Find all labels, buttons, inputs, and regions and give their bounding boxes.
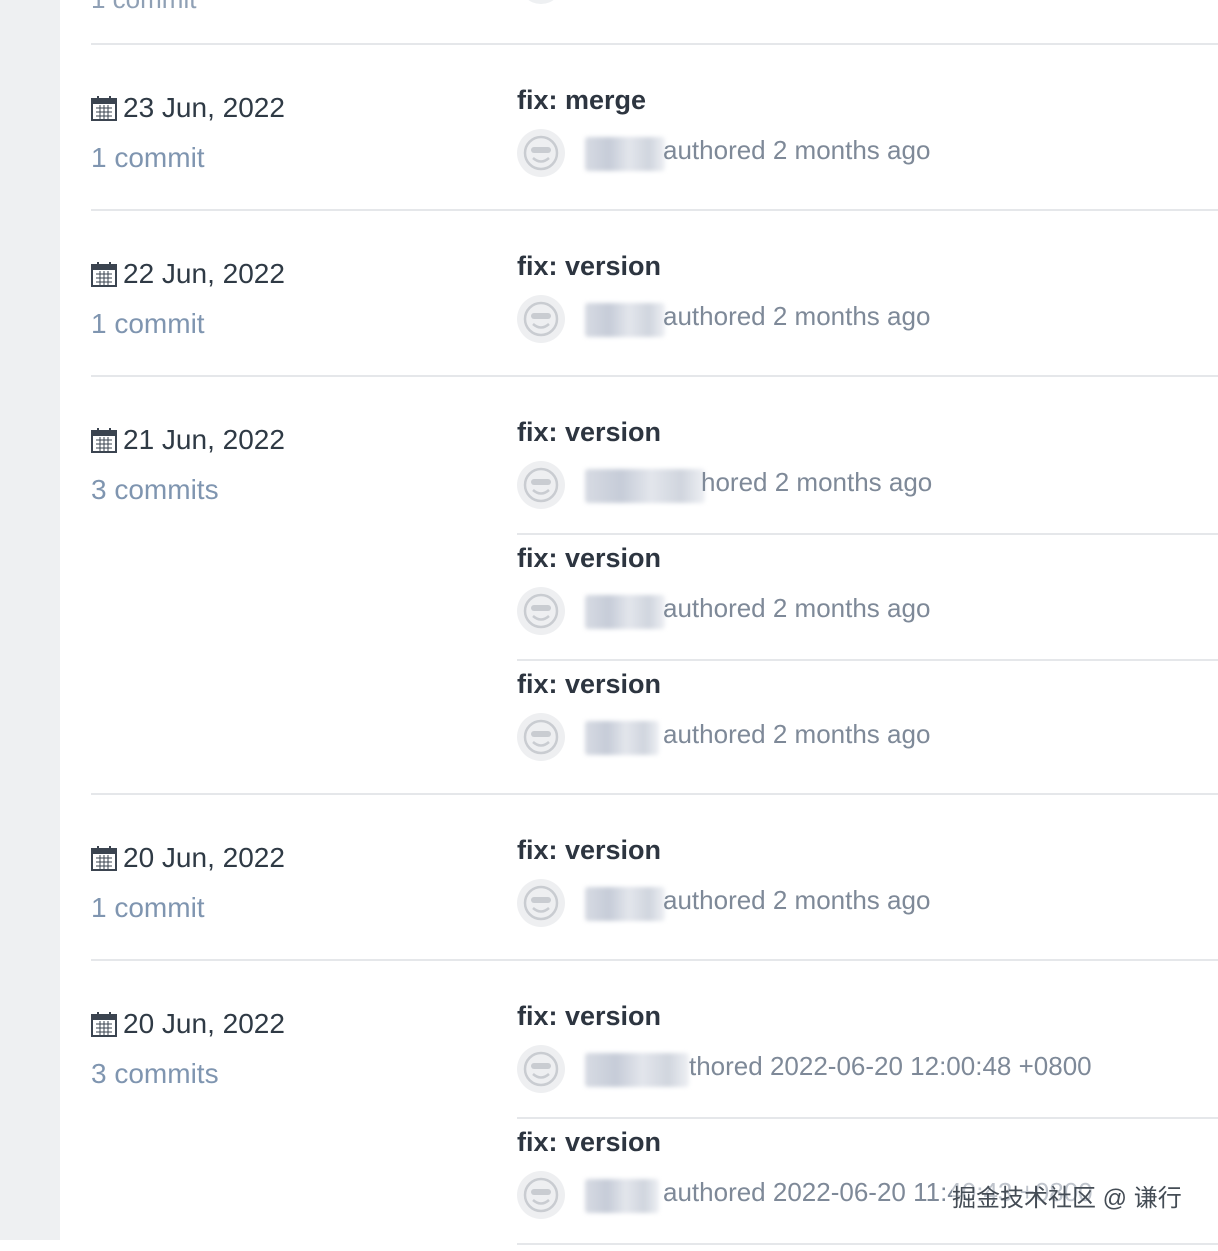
previous-day-fragment: 1 commit [91,0,1218,45]
commit-title[interactable]: fix: version [517,835,661,866]
commit-meta: authored 2 months ago [663,135,931,165]
commit-meta: authored 2 months ago [663,885,931,915]
commit-row[interactable]: fix: version authored 2 months ago [517,659,1218,785]
commit-title[interactable]: fix: version [517,1127,661,1158]
day-date: 20 Jun, 2022 [91,1007,285,1041]
day-group: 20 Jun, 2022 1 commit fix: version autho… [91,795,1218,961]
date-label: 22 Jun, 2022 [123,258,285,289]
commit-title[interactable]: fix: version [517,251,661,282]
commit-title[interactable]: fix: merge [517,85,646,116]
commit-row[interactable]: fix: merge authored 2 months ago [517,75,1218,201]
commit-row[interactable]: fix: version authored 2 months ago [517,241,1218,367]
avatar-face-icon [517,461,565,509]
avatar-face-icon [517,587,565,635]
day-date: 20 Jun, 2022 [91,841,285,875]
commit-title[interactable]: fix: version [517,543,661,574]
commit-row[interactable]: fix: version authored 2 months ago [517,825,1218,951]
commit-count-link[interactable]: 1 commit [91,892,205,924]
avatar-face-icon [517,295,565,343]
left-gutter [0,0,60,1240]
commit-count-link[interactable]: 3 commits [91,1058,219,1090]
date-label: 23 Jun, 2022 [123,92,285,123]
avatar-face-icon [517,129,565,177]
date-label: 20 Jun, 2022 [123,842,285,873]
commit-meta: authored 2 months ago [663,301,931,331]
author-name-redacted [585,137,665,171]
commit-row[interactable]: fix: version authored 2 months ago [517,533,1218,661]
commit-meta: authored 2 months ago [663,593,931,623]
author-name-redacted [585,469,705,503]
commit-row[interactable]: fix: version hored 2 months ago [517,407,1218,535]
commit-count-link[interactable]: 3 commits [91,474,219,506]
day-date: 22 Jun, 2022 [91,257,285,291]
calendar-icon [91,95,117,121]
watermark: 掘金技术社区 @ 谦行 [952,1178,1182,1213]
commit-count-link[interactable]: 1 commit [91,308,205,340]
commit-row[interactable]: fix: version thored 2022-06-20 12:00:48 … [517,991,1218,1119]
author-name-redacted [585,887,665,921]
commit-meta: hored 2 months ago [701,467,933,497]
author-name-redacted [585,595,665,629]
commit-meta: authored 2 months ago [663,719,931,749]
day-group: 23 Jun, 2022 1 commit fix: merge authore… [91,45,1218,211]
commit-title[interactable]: fix: version [517,417,661,448]
day-group: 22 Jun, 2022 1 commit fix: version autho… [91,211,1218,377]
commit-count-link[interactable]: 1 commit [91,142,205,174]
day-date: 21 Jun, 2022 [91,423,285,457]
avatar-face-icon [517,713,565,761]
calendar-icon [91,261,117,287]
date-label: 21 Jun, 2022 [123,424,285,455]
author-name-redacted [585,721,659,755]
avatar-face-icon [517,1045,565,1093]
commit-history: 1 commit 23 Jun, 2022 1 commit fix: merg… [91,0,1218,1245]
avatar [519,0,563,4]
commit-title[interactable]: fix: version [517,669,661,700]
author-name-redacted [585,303,665,337]
author-name-redacted [585,1179,659,1213]
commit-meta: thored 2022-06-20 12:00:48 +0800 [689,1051,1092,1081]
commit-count-link[interactable]: 1 commit [91,0,196,15]
author-name-redacted [585,1053,689,1087]
day-group: 21 Jun, 2022 3 commits fix: version hore… [91,377,1218,795]
calendar-icon [91,427,117,453]
commit-title[interactable]: fix: version [517,1001,661,1032]
avatar-face-icon [517,1171,565,1219]
calendar-icon [91,1011,117,1037]
calendar-icon [91,845,117,871]
date-label: 20 Jun, 2022 [123,1008,285,1039]
avatar-face-icon [517,879,565,927]
day-date: 23 Jun, 2022 [91,91,285,125]
